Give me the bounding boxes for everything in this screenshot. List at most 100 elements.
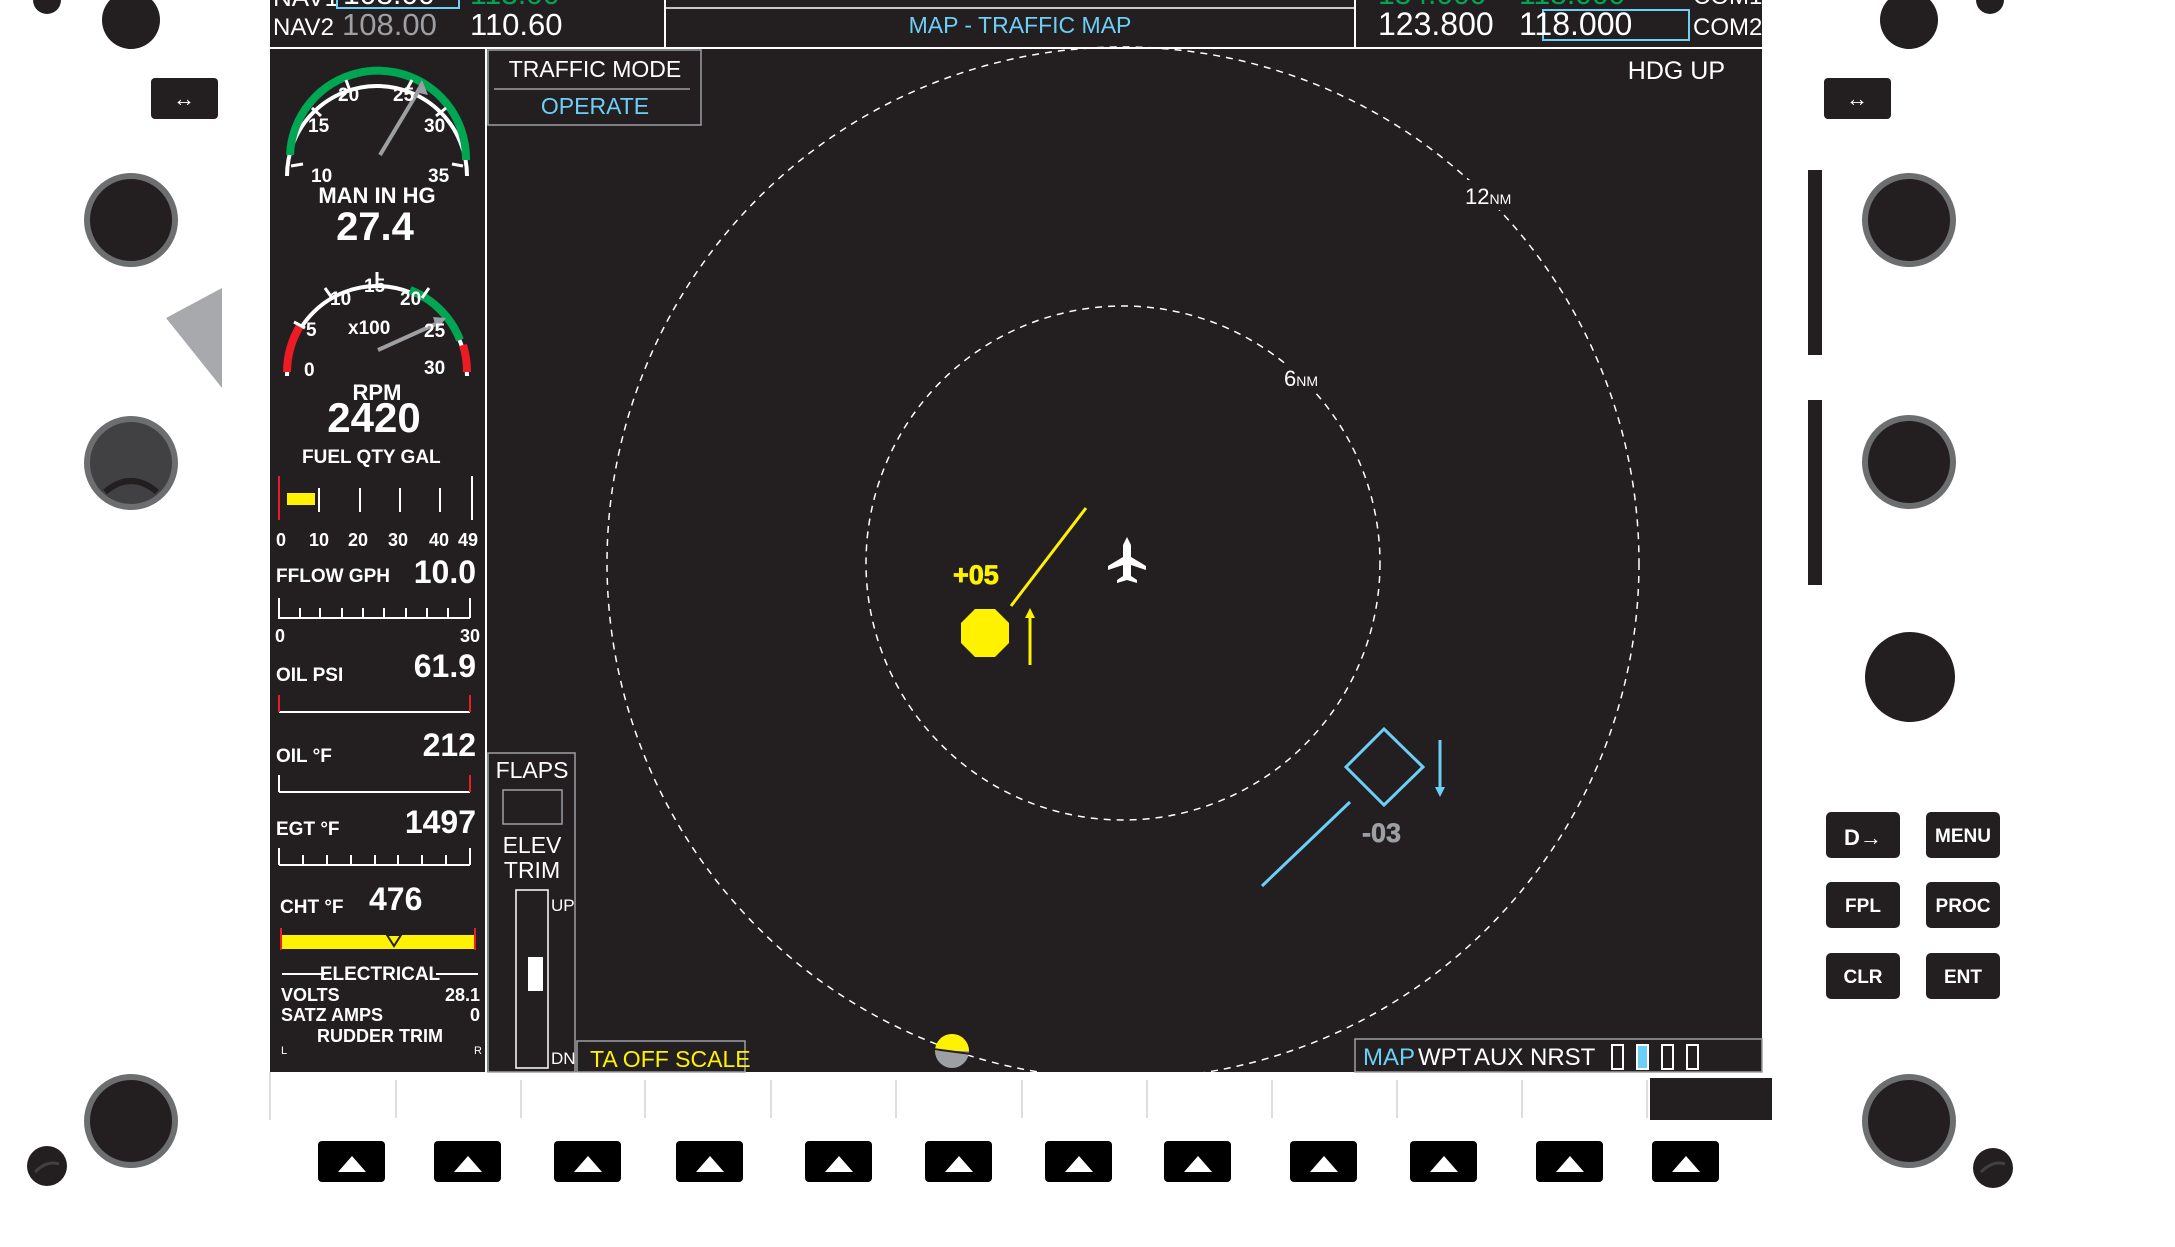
left-bottom-knob[interactable] [84, 1074, 178, 1168]
softkey-6[interactable] [925, 1141, 992, 1182]
softkey-5[interactable] [805, 1141, 872, 1182]
direct-to-label: D→ [1844, 825, 1882, 850]
oil-f-label: OIL °F [276, 746, 332, 767]
softkey-7[interactable] [1045, 1141, 1112, 1182]
com2-active: 123.800 [1378, 6, 1494, 42]
map-orientation: HDG UP [1628, 57, 1725, 85]
trim-label: TRIM [504, 857, 560, 883]
bottom-left-corner-screw [27, 1146, 67, 1186]
top-left-knob[interactable] [102, 0, 160, 49]
softkey-9[interactable] [1290, 1141, 1357, 1182]
cht-bar [281, 935, 475, 949]
fuel-level-bar [287, 493, 315, 505]
left-arrow-indicator-icon [166, 288, 222, 388]
flaps-label: FLAPS [496, 757, 569, 783]
direct-to-key[interactable]: D→ [1826, 812, 1900, 858]
elev-label: ELEV [503, 832, 562, 858]
fuel-tick-30: 30 [388, 530, 408, 550]
right-fms-knob[interactable] [1862, 415, 1956, 509]
fflow-value: 10.0 [414, 554, 476, 590]
rpm-tick-30: 30 [424, 358, 445, 379]
left-volume-knob[interactable] [84, 173, 178, 267]
com2-standby[interactable]: 118.000 [1519, 6, 1632, 42]
proc-label: PROC [1936, 896, 1991, 917]
nav2-label: NAV2 [273, 14, 334, 41]
page-group-wpt: WPT [1418, 1044, 1472, 1071]
display-screen [270, 0, 1762, 1072]
softkey-12[interactable] [1652, 1141, 1719, 1182]
softkey-3[interactable] [554, 1141, 621, 1182]
right-range-bar-lower [1808, 400, 1822, 585]
right-bottom-knob[interactable] [1862, 1074, 1956, 1168]
other-traffic-altitude: -03 [1362, 818, 1401, 848]
proc-key[interactable]: PROC [1926, 882, 2000, 928]
com1-label: COM1 [1693, 0, 1762, 10]
amps-value: 0 [470, 1005, 480, 1025]
trim-up-label: UP [551, 896, 575, 915]
traffic-mode-value: OPERATE [541, 93, 649, 119]
softkey-12-label-active [1650, 1078, 1772, 1120]
softkey-2[interactable] [434, 1141, 501, 1182]
left-course-knob[interactable] [84, 416, 178, 510]
oil-psi-value: 61.9 [414, 648, 476, 684]
rpm-tick-15: 15 [364, 276, 386, 297]
rpm-tick-20: 20 [400, 289, 421, 310]
volts-value: 28.1 [445, 985, 480, 1005]
right-small-knob[interactable] [1865, 632, 1955, 722]
elev-trim-pointer [528, 957, 543, 991]
rpm-unit: x100 [348, 318, 390, 339]
man-tick-15: 15 [308, 116, 330, 137]
ent-label: ENT [1944, 967, 1982, 988]
fpl-label: FPL [1845, 896, 1881, 917]
ent-key[interactable]: ENT [1926, 953, 2000, 999]
traffic-mode-label: TRAFFIC MODE [509, 56, 682, 82]
softkey-10[interactable] [1410, 1141, 1477, 1182]
bottom-right-corner-screw [1973, 1148, 2013, 1188]
nav1-label: NAV1 [273, 0, 339, 12]
rpm-tick-10: 10 [330, 289, 351, 310]
fuel-label: FUEL QTY GAL [302, 447, 441, 468]
page-group-map: MAP [1363, 1044, 1415, 1071]
rudder-right-label: R [474, 1045, 482, 1057]
swap-arrows-icon: ↔ [173, 86, 195, 111]
fflow-label: FFLOW GPH [276, 566, 390, 587]
right-range-bar-upper [1808, 170, 1822, 355]
softkey-label-strip [269, 1072, 1772, 1120]
nav2-standby[interactable]: 108.00 [342, 7, 437, 42]
rpm-tick-5: 5 [306, 320, 317, 341]
rudder-trim-label: RUDDER TRIM [317, 1026, 443, 1046]
softkey-8[interactable] [1164, 1141, 1231, 1182]
rpm-tick-0: 0 [304, 360, 315, 381]
fuel-tick-40: 40 [429, 530, 449, 550]
rpm-tick-25: 25 [424, 321, 446, 342]
volts-label: VOLTS [281, 985, 340, 1005]
fuel-tick-10: 10 [309, 530, 329, 550]
softkey-11[interactable] [1536, 1141, 1603, 1182]
page-dot-2-active [1636, 1044, 1649, 1070]
fpl-key[interactable]: FPL [1826, 882, 1900, 928]
rpm-value: 2420 [327, 394, 420, 441]
oil-psi-label: OIL PSI [276, 665, 343, 686]
traffic-advisory-altitude: +05 [953, 560, 999, 590]
rudder-left-label: L [281, 1045, 287, 1057]
clr-label: CLR [1843, 967, 1882, 988]
top-right-knob[interactable] [1880, 0, 1938, 49]
traffic-advisory-octagon-icon [961, 609, 1009, 657]
menu-key[interactable]: MENU [1926, 812, 2000, 858]
ta-off-scale-label: TA OFF SCALE [590, 1046, 751, 1072]
amps-label: SATZ AMPS [281, 1005, 383, 1025]
right-range-knob[interactable] [1862, 173, 1956, 267]
softkey-4[interactable] [676, 1141, 743, 1182]
egt-value: 1497 [405, 804, 476, 840]
fflow-tick-0: 0 [275, 626, 285, 646]
menu-label: MENU [1935, 826, 1991, 847]
nav2-active: 110.60 [470, 7, 563, 42]
clr-key[interactable]: CLR [1826, 953, 1900, 999]
cht-label: CHT °F [280, 897, 344, 918]
top-right-corner-screw [1976, 0, 2004, 14]
electrical-label: ELECTRICAL [320, 964, 441, 985]
man-value: 27.4 [336, 205, 415, 249]
top-left-corner-screw [33, 0, 61, 14]
softkey-1[interactable] [318, 1141, 385, 1182]
swap-arrows-icon: ↔ [1846, 86, 1868, 111]
